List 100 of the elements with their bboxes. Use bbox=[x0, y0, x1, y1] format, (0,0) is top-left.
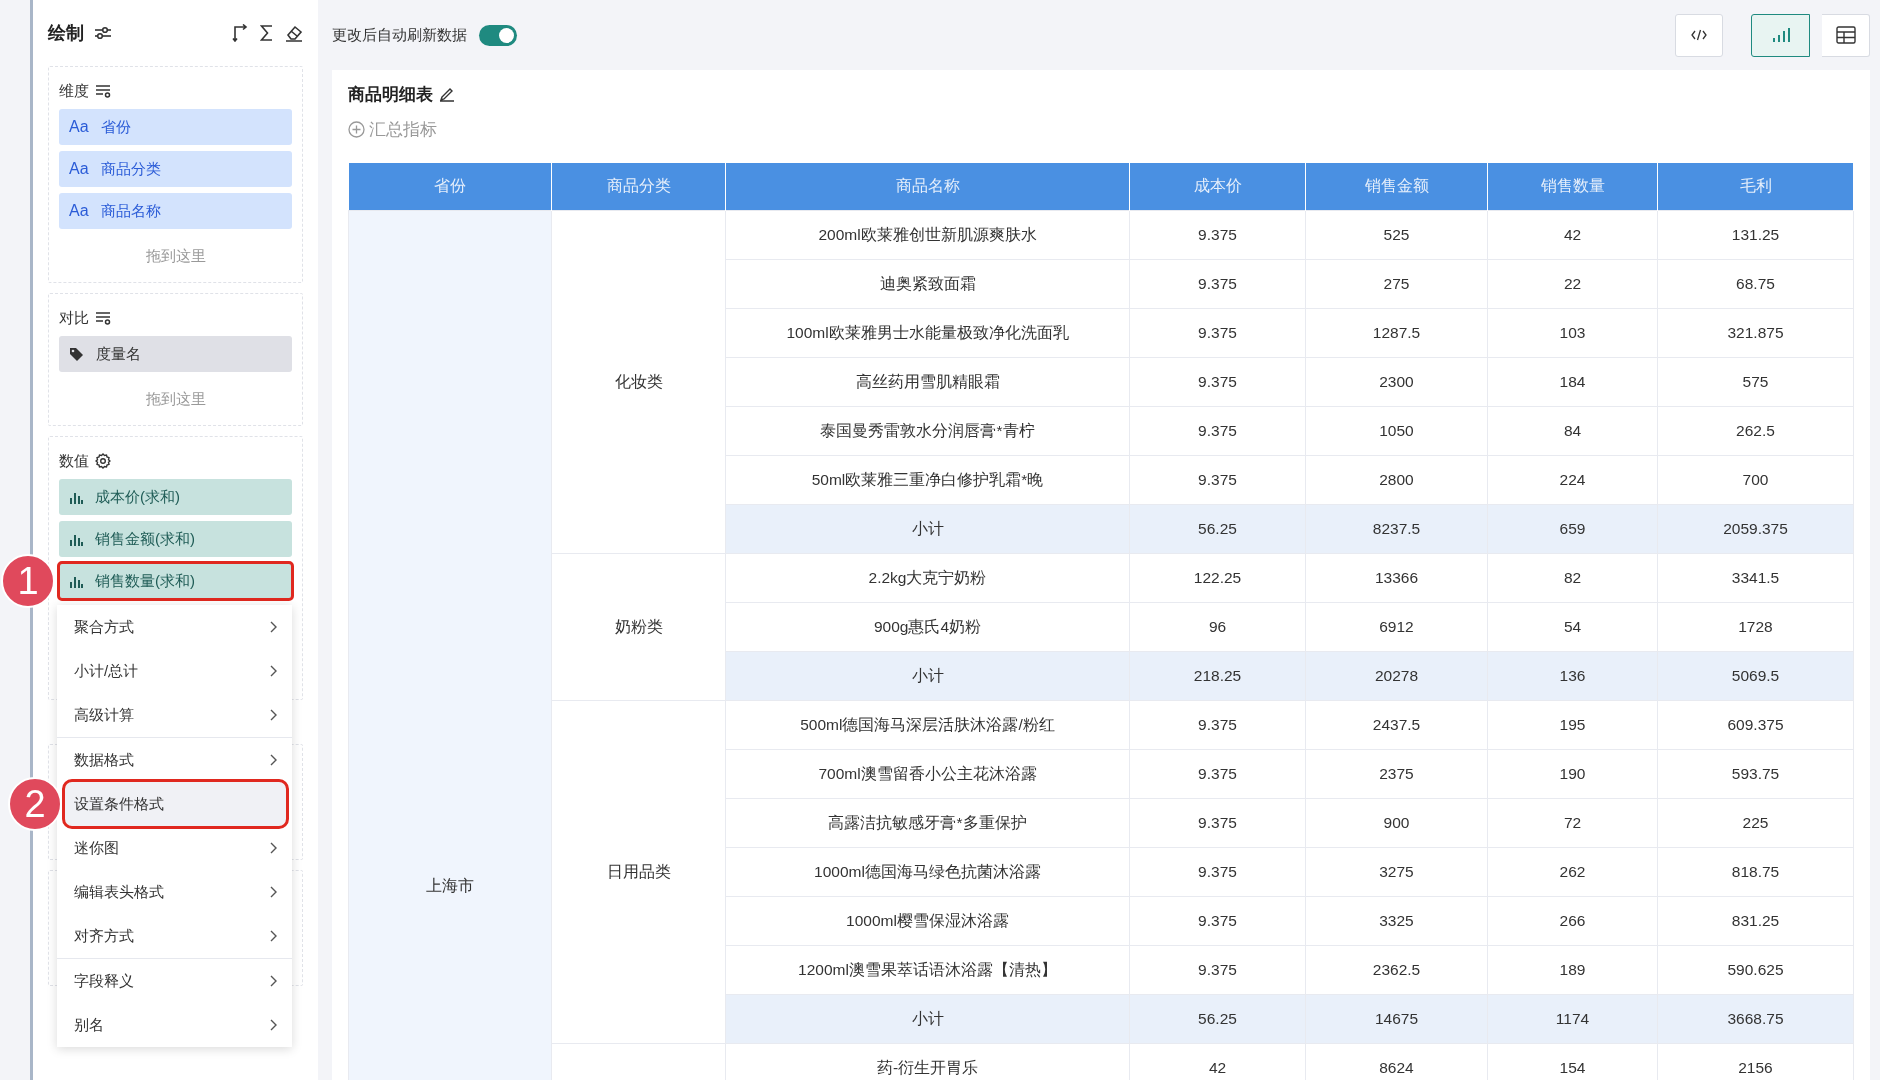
drop-hint: 拖到这里 bbox=[144, 389, 207, 409]
table-cell: 189 bbox=[1487, 945, 1658, 995]
chevron-right-icon bbox=[269, 842, 277, 854]
menu-item[interactable]: 小计/总计 bbox=[57, 649, 292, 693]
menu-item[interactable]: 聚合方式 bbox=[57, 605, 292, 649]
table-cell: 72 bbox=[1487, 798, 1658, 848]
table-cell: 日用品类 bbox=[606, 862, 671, 880]
table-cell: 68.75 bbox=[1657, 259, 1854, 309]
table-cell: 131.25 bbox=[1657, 210, 1854, 260]
table-cell: 9.375 bbox=[1129, 259, 1306, 309]
edit-icon[interactable] bbox=[439, 86, 455, 102]
table-cell: 831.25 bbox=[1657, 896, 1854, 946]
table-cell: 高丝药用雪肌精眼霜 bbox=[725, 357, 1130, 407]
table-cell: 224 bbox=[1487, 455, 1658, 505]
menu-item[interactable]: 别名 bbox=[57, 1003, 292, 1047]
table-cell: 3341.5 bbox=[1657, 553, 1854, 603]
table-cell: 高露洁抗敏感牙膏*多重保护 bbox=[725, 798, 1130, 848]
subtotal-cell: 56.25 bbox=[1129, 994, 1306, 1044]
bar-chart-icon bbox=[69, 532, 83, 546]
table-cell: 200ml欧莱雅创世新肌源爽肤水 bbox=[725, 210, 1130, 260]
subtotal-cell: 小计 bbox=[725, 651, 1130, 701]
column-header: 销售金额 bbox=[1305, 163, 1488, 211]
table-cell: 96 bbox=[1129, 602, 1306, 652]
table-cell: 82 bbox=[1487, 553, 1658, 603]
bar-chart-icon bbox=[69, 490, 83, 504]
table-cell: 1287.5 bbox=[1305, 308, 1488, 358]
settings-icon[interactable] bbox=[95, 453, 111, 469]
table-cell: 100ml欧莱雅男士水能量极致净化洗面乳 bbox=[725, 308, 1130, 358]
table-cell: 9.375 bbox=[1129, 210, 1306, 260]
step-number-badge: 2 bbox=[8, 777, 62, 831]
step-number-badge: 1 bbox=[1, 554, 55, 608]
table-cell: 262 bbox=[1487, 847, 1658, 897]
table-cell: 500ml德国海马深层活肤沐浴露/粉红 bbox=[725, 700, 1130, 750]
section-heading: 对比 bbox=[59, 308, 89, 328]
table-cell: 奶粉类 bbox=[614, 617, 663, 635]
field-chip[interactable]: Aa 商品名称 bbox=[59, 193, 292, 229]
column-header: 销售数量 bbox=[1487, 163, 1658, 211]
filter-list-icon[interactable] bbox=[95, 84, 111, 98]
table-view-button[interactable] bbox=[1822, 13, 1870, 57]
corner-arrow-icon[interactable] bbox=[232, 24, 248, 42]
column-header: 毛利 bbox=[1657, 163, 1854, 211]
add-circle-icon[interactable] bbox=[348, 120, 365, 138]
table-cell: 900g惠氏4奶粉 bbox=[725, 602, 1130, 652]
field-chip[interactable]: 成本价(求和) bbox=[59, 479, 292, 515]
subtotal-cell: 3668.75 bbox=[1657, 994, 1854, 1044]
column-header: 商品分类 bbox=[551, 163, 726, 211]
table-cell: 54 bbox=[1487, 602, 1658, 652]
table-cell: 195 bbox=[1487, 700, 1658, 750]
chevron-right-icon bbox=[269, 1019, 277, 1031]
subtotal-cell: 1174 bbox=[1487, 994, 1658, 1044]
table-cell: 2300 bbox=[1305, 357, 1488, 407]
field-chip[interactable]: 度量名 bbox=[59, 336, 292, 372]
setting-label: 更改后自动刷新数据 bbox=[332, 25, 467, 45]
section-heading: 数值 bbox=[59, 451, 89, 471]
menu-item[interactable]: 字段释义 bbox=[57, 959, 292, 1003]
sum-icon[interactable] bbox=[260, 25, 273, 41]
table-cell: 700 bbox=[1657, 455, 1854, 505]
chart-view-button[interactable] bbox=[1751, 13, 1810, 57]
table-cell: 3325 bbox=[1305, 896, 1488, 946]
field-chip[interactable]: Aa 省份 bbox=[59, 109, 292, 145]
subtotal-cell: 小计 bbox=[725, 504, 1130, 554]
table-cell: 上海市 bbox=[426, 877, 474, 894]
table-cell: 9.375 bbox=[1129, 798, 1306, 848]
table-cell: 6912 bbox=[1305, 602, 1488, 652]
table-cell: 泰国曼秀雷敦水分润唇膏*青柠 bbox=[725, 406, 1130, 456]
table-cell: 103 bbox=[1487, 308, 1658, 358]
table-cell: 700ml澳雪留香小公主花沐浴露 bbox=[725, 749, 1130, 799]
table-cell: 275 bbox=[1305, 259, 1488, 309]
table-cell: 154 bbox=[1487, 1043, 1658, 1080]
table-cell: 9.375 bbox=[1129, 406, 1306, 456]
eraser-icon[interactable] bbox=[285, 24, 303, 42]
table-cell: 42 bbox=[1487, 210, 1658, 260]
table-cell: 42 bbox=[1129, 1043, 1306, 1080]
table-cell: 2437.5 bbox=[1305, 700, 1488, 750]
subtotal-cell: 56.25 bbox=[1129, 504, 1306, 554]
menu-item[interactable]: 对齐方式 bbox=[57, 914, 292, 958]
table-cell: 2800 bbox=[1305, 455, 1488, 505]
table-cell: 1000ml樱雪保湿沐浴露 bbox=[725, 896, 1130, 946]
table-cell: 609.375 bbox=[1657, 700, 1854, 750]
field-chip[interactable]: 销售金额(求和) bbox=[59, 521, 292, 557]
table-cell: 9.375 bbox=[1129, 455, 1306, 505]
code-icon bbox=[1691, 29, 1707, 41]
table-cell: 900 bbox=[1305, 798, 1488, 848]
settings-sliders-icon[interactable] bbox=[94, 26, 112, 40]
table-cell: 184 bbox=[1487, 357, 1658, 407]
text-type-label: Aa bbox=[69, 118, 89, 136]
table-cell: 225 bbox=[1657, 798, 1854, 848]
menu-item[interactable]: 编辑表头格式 bbox=[57, 870, 292, 914]
filter-list-icon[interactable] bbox=[95, 311, 111, 325]
table-cell: 266 bbox=[1487, 896, 1658, 946]
table-cell: 13366 bbox=[1305, 553, 1488, 603]
column-header: 商品名称 bbox=[725, 163, 1130, 211]
report-title: 商品明细表 bbox=[348, 83, 433, 106]
table-cell: 525 bbox=[1305, 210, 1488, 260]
field-chip[interactable]: Aa 商品分类 bbox=[59, 151, 292, 187]
subtotal-cell: 8237.5 bbox=[1305, 504, 1488, 554]
menu-item[interactable]: 高级计算 bbox=[57, 693, 292, 737]
toggle-switch[interactable] bbox=[479, 24, 517, 46]
subtotal-cell: 5069.5 bbox=[1657, 651, 1854, 701]
table-cell: 590.625 bbox=[1657, 945, 1854, 995]
